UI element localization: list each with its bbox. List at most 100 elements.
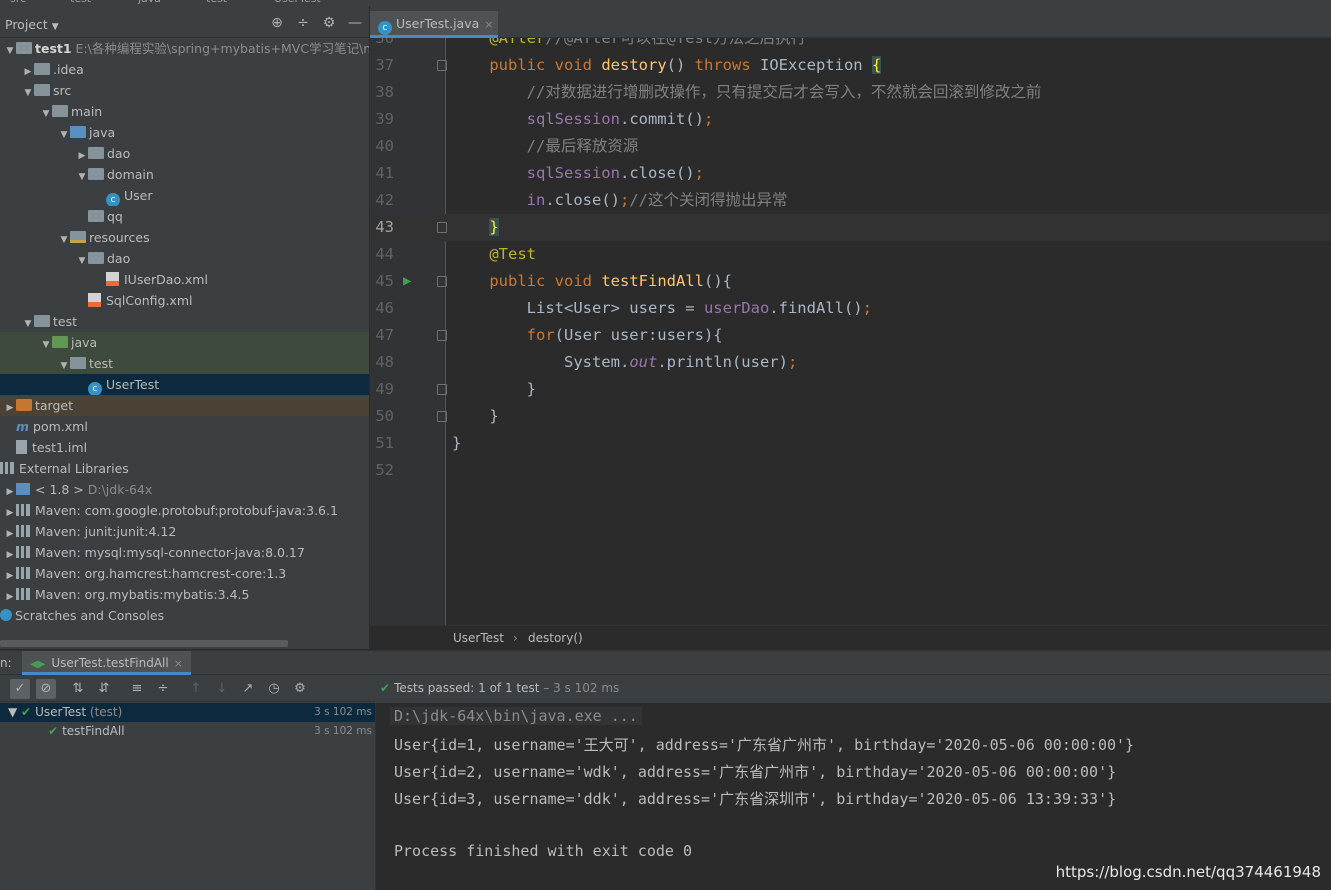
tree-item[interactable]: Scratches and Consoles: [0, 605, 369, 626]
tree-item[interactable]: ▼ domain: [0, 164, 369, 185]
chevron-down-icon[interactable]: ▼: [40, 104, 52, 122]
show-ignored-icon[interactable]: ⊘: [36, 679, 56, 699]
breadcrumb-class[interactable]: UserTest: [453, 631, 504, 645]
show-passed-icon[interactable]: ✓: [10, 679, 30, 699]
tree-item[interactable]: ▶ Maven: org.mybatis:mybatis:3.4.5: [0, 584, 369, 605]
code-line[interactable]: 36 @After//@After可以在@Test方法之后执行: [370, 38, 1331, 52]
test-result-row[interactable]: ✔ testFindAll 3 s 102 ms: [0, 722, 375, 741]
tree-item[interactable]: IUserDao.xml: [0, 269, 369, 290]
tree-item[interactable]: ▶ < 1.8 > D:\jdk-64x: [0, 479, 369, 500]
sort-duration-icon[interactable]: ⇵: [94, 679, 114, 699]
gear-icon[interactable]: ⚙: [290, 679, 310, 699]
tree-item[interactable]: ▼ java: [0, 332, 369, 353]
history-icon[interactable]: ◷: [264, 679, 284, 699]
chevron-right-icon[interactable]: ▶: [4, 566, 16, 584]
tree-item[interactable]: External Libraries: [0, 458, 369, 479]
code-line[interactable]: 50 }: [370, 403, 1331, 430]
code-line[interactable]: 46 List<User> users = userDao.findAll();: [370, 295, 1331, 322]
tree-item[interactable]: ▼ src: [0, 80, 369, 101]
tree-item[interactable]: ▶ dao: [0, 143, 369, 164]
chevron-right-icon[interactable]: ▶: [22, 62, 34, 80]
tree-item[interactable]: ▶ Maven: mysql:mysql-connector-java:8.0.1…: [0, 542, 369, 563]
horizontal-scrollbar[interactable]: [0, 640, 288, 647]
chevron-right-icon[interactable]: ▶: [4, 587, 16, 605]
chevron-down-icon[interactable]: ▼: [58, 230, 70, 248]
tree-item[interactable]: m pom.xml: [0, 416, 369, 437]
chevron-right-icon[interactable]: ▶: [4, 398, 16, 416]
tree-item[interactable]: ▼ test1 E:\各种编程实验\spring+mybatis+MVC学习笔记\…: [0, 38, 369, 59]
fold-marker-icon[interactable]: [437, 384, 447, 395]
code-line[interactable]: 39 sqlSession.commit();: [370, 106, 1331, 133]
top-breadcrumb-item[interactable]: test: [70, 0, 91, 5]
top-breadcrumb-item[interactable]: test: [206, 0, 227, 5]
tab-usertest-java[interactable]: c UserTest.java ×: [370, 11, 498, 38]
fold-marker-icon[interactable]: [437, 411, 447, 422]
chevron-right-icon[interactable]: ▶: [76, 146, 88, 164]
run-test-icon[interactable]: ▶: [403, 273, 419, 289]
fold-marker-icon[interactable]: [437, 60, 447, 71]
chevron-right-icon[interactable]: ▶: [4, 545, 16, 563]
breadcrumb-method[interactable]: destory(): [528, 631, 583, 645]
code-line[interactable]: 47 for(User user:users){: [370, 322, 1331, 349]
chevron-down-icon[interactable]: ▼: [22, 83, 34, 101]
chevron-right-icon[interactable]: ▶: [4, 503, 16, 521]
fold-marker-icon[interactable]: [437, 222, 447, 233]
chevron-down-icon[interactable]: ▼: [4, 41, 16, 59]
chevron-down-icon[interactable]: ▼: [58, 356, 70, 374]
tree-item[interactable]: ▼ dao: [0, 248, 369, 269]
export-icon[interactable]: ↗: [238, 679, 258, 699]
tree-item[interactable]: ▶ .idea: [0, 59, 369, 80]
code-line[interactable]: 41 sqlSession.close();: [370, 160, 1331, 187]
code-line[interactable]: 37 public void destory() throws IOExcept…: [370, 52, 1331, 79]
chevron-down-icon[interactable]: ▼: [76, 167, 88, 185]
gear-icon[interactable]: ⚙: [321, 15, 337, 31]
chevron-down-icon[interactable]: ▼: [22, 314, 34, 332]
top-breadcrumb-item[interactable]: src: [10, 0, 26, 5]
tree-item[interactable]: qq: [0, 206, 369, 227]
chevron-down-icon[interactable]: ▼: [76, 251, 88, 269]
expand-all-icon[interactable]: ≡: [127, 679, 147, 699]
code-line[interactable]: 52: [370, 457, 1331, 484]
close-icon[interactable]: ×: [174, 657, 183, 670]
prev-failed-icon[interactable]: ↑: [186, 679, 206, 699]
top-breadcrumb-item[interactable]: java: [138, 0, 161, 5]
fold-marker-icon[interactable]: [437, 330, 447, 341]
tree-item[interactable]: c UserTest: [0, 374, 369, 395]
console-output[interactable]: https://blog.csdn.net/qq374461948 D:\jdk…: [375, 703, 1331, 890]
tree-item[interactable]: ▶ Maven: com.google.protobuf:protobuf-jav…: [0, 500, 369, 521]
chevron-down-icon[interactable]: ▼: [58, 125, 70, 143]
code-area[interactable]: 36 @After//@After可以在@Test方法之后执行 37 public…: [370, 38, 1331, 625]
top-breadcrumb-item[interactable]: UserTest: [274, 0, 321, 5]
project-view-dropdown[interactable]: Project ▼: [5, 17, 59, 32]
code-line[interactable]: 51}: [370, 430, 1331, 457]
code-line[interactable]: 42 in.close();//这个关闭得抛出异常: [370, 187, 1331, 214]
close-icon[interactable]: ×: [484, 18, 493, 31]
tree-item[interactable]: test1.iml: [0, 437, 369, 458]
test-result-row[interactable]: ▼ ✔ UserTest (test) 3 s 102 ms: [0, 703, 375, 722]
hide-icon[interactable]: —: [347, 15, 363, 31]
chevron-down-icon[interactable]: ▼: [40, 335, 52, 353]
code-line[interactable]: 43 }: [370, 214, 1331, 241]
tree-item[interactable]: c User: [0, 185, 369, 206]
tree-item[interactable]: ▶ target: [0, 395, 369, 416]
code-line[interactable]: 48 System.out.println(user);: [370, 349, 1331, 376]
chevron-down-icon[interactable]: ▼: [8, 705, 21, 719]
code-line[interactable]: 49 }: [370, 376, 1331, 403]
code-line[interactable]: 44 @Test: [370, 241, 1331, 268]
tree-item[interactable]: ▼ main: [0, 101, 369, 122]
collapse-all-icon[interactable]: ÷: [295, 15, 311, 31]
tree-item[interactable]: ▼ java: [0, 122, 369, 143]
tree-item[interactable]: ▼ test: [0, 353, 369, 374]
code-line[interactable]: 45 ▶ public void testFindAll(){: [370, 268, 1331, 295]
chevron-right-icon[interactable]: ▶: [4, 482, 16, 500]
locate-icon[interactable]: ⊕: [269, 15, 285, 31]
run-tab[interactable]: ◀▶ UserTest.testFindAll ×: [22, 651, 191, 675]
code-line[interactable]: 40 //最后释放资源: [370, 133, 1331, 160]
tree-item[interactable]: ▼ test: [0, 311, 369, 332]
tree-item[interactable]: ▼ resources: [0, 227, 369, 248]
tree-item[interactable]: ▶ Maven: org.hamcrest:hamcrest-core:1.3: [0, 563, 369, 584]
chevron-right-icon[interactable]: ▶: [4, 524, 16, 542]
fold-marker-icon[interactable]: [437, 276, 447, 287]
code-line[interactable]: 38 //对数据进行增删改操作，只有提交后才会写入，不然就会回滚到修改之前: [370, 79, 1331, 106]
tree-item[interactable]: ▶ Maven: junit:junit:4.12: [0, 521, 369, 542]
